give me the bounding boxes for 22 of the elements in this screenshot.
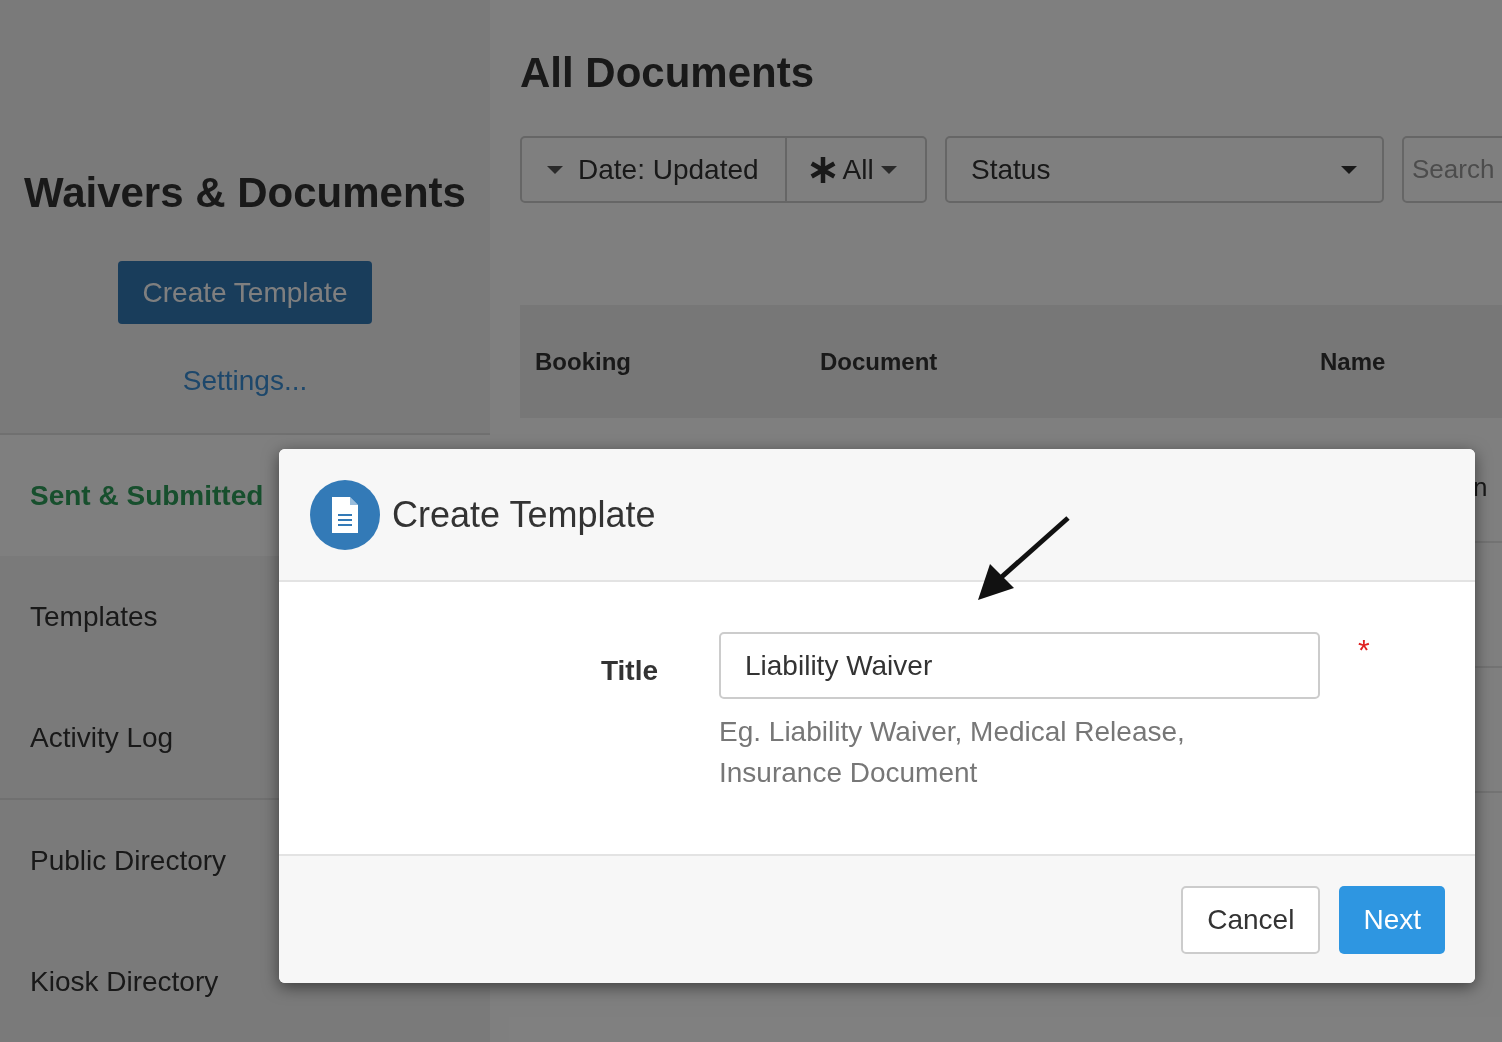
settings-link[interactable]: Settings... [182,360,308,402]
table-cell: n [1473,472,1488,502]
next-button[interactable]: Next [1339,885,1445,954]
date-sort-dropdown[interactable]: Date: Updated [522,138,787,201]
caret-icon [1340,164,1358,175]
required-mark: * [1358,632,1370,668]
create-template-button[interactable]: Create Template [117,261,373,324]
all-filter-dropdown[interactable]: All [786,138,898,201]
caret-icon [879,164,898,175]
document-icon [310,479,380,550]
caret-icon [546,164,564,175]
column-header: Document [820,346,939,377]
asterisk-icon [808,155,837,184]
cancel-button[interactable]: Cancel [1181,885,1321,954]
status-dropdown[interactable]: Status [945,136,1384,203]
sidebar-title: Waivers & Documents [24,168,466,218]
column-header: Name [1320,346,1386,377]
field-help-text: Eg. Liability Waiver, Medical Release, Insurance Document [719,715,1186,790]
field-label: Title [599,654,659,688]
title-field[interactable]: Liability Waiver [719,632,1320,699]
page-title: All Documents [520,48,816,98]
column-header: Booking [535,346,632,377]
